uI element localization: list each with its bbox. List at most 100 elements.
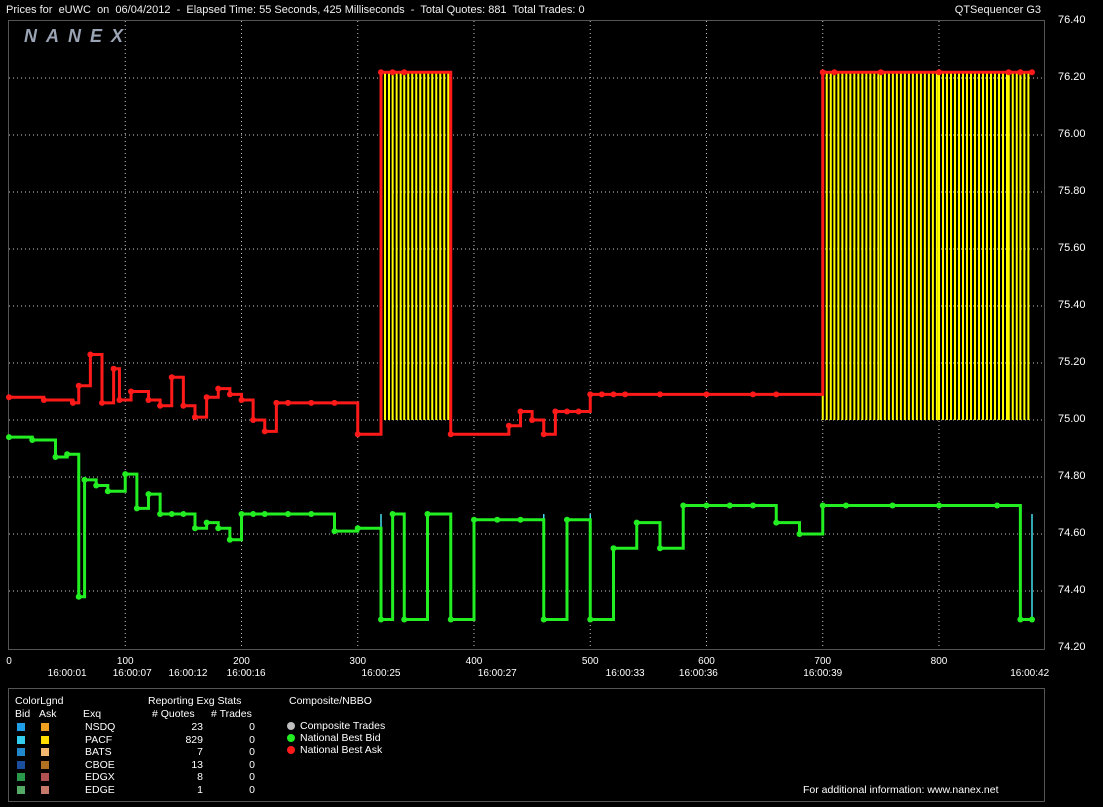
y-tick-label: 75.40 bbox=[1058, 299, 1086, 311]
bid-point bbox=[1017, 616, 1024, 623]
ask-point bbox=[6, 394, 12, 401]
y-tick-label: 75.20 bbox=[1058, 356, 1086, 368]
time-label: 16:00:42 bbox=[1010, 668, 1050, 679]
bid-point bbox=[564, 516, 570, 523]
ask-point bbox=[331, 399, 338, 406]
bid-point bbox=[226, 536, 233, 543]
bid-point bbox=[145, 491, 152, 498]
ask-point bbox=[128, 388, 135, 395]
exchange-ask-swatch bbox=[41, 785, 49, 794]
ask-point bbox=[87, 351, 94, 358]
time-label: 16:00:27 bbox=[477, 668, 517, 679]
trades-header: # Trades bbox=[211, 708, 252, 720]
ask-point bbox=[145, 397, 152, 404]
quotes-header: # Quotes bbox=[152, 708, 195, 720]
ask-point bbox=[1017, 69, 1024, 76]
exchange-bid-swatch bbox=[17, 723, 25, 731]
exchange-name: BATS bbox=[85, 746, 112, 758]
y-tick-label: 75.00 bbox=[1058, 413, 1086, 425]
exchange-trades: 0 bbox=[249, 771, 255, 783]
bid-point bbox=[93, 482, 100, 489]
bid-point bbox=[261, 511, 268, 518]
bid-point bbox=[331, 528, 338, 535]
y-tick-label: 76.40 bbox=[1058, 14, 1086, 26]
ask-point bbox=[529, 417, 536, 423]
bid-point bbox=[29, 436, 36, 443]
time-label: 16:00:07 bbox=[112, 668, 152, 679]
composite-label: National Best Bid bbox=[300, 732, 381, 744]
y-tick-label: 74.20 bbox=[1058, 641, 1086, 653]
exchange-bid-swatch bbox=[17, 773, 25, 781]
x-tick-label: 0 bbox=[6, 656, 12, 667]
y-tick-label: 75.80 bbox=[1058, 185, 1086, 197]
bid-point bbox=[447, 616, 454, 623]
exchange-quotes: 8 bbox=[197, 771, 203, 783]
ask-point bbox=[831, 69, 838, 76]
composite-label: Composite Trades bbox=[300, 720, 386, 732]
bid-point bbox=[424, 511, 431, 518]
y-tick-label: 75.60 bbox=[1058, 242, 1086, 254]
x-tick-label: 200 bbox=[233, 656, 250, 667]
ask-point bbox=[540, 431, 547, 438]
ask-point bbox=[110, 365, 117, 372]
exchange-trades: 0 bbox=[249, 721, 255, 733]
y-tick-label: 74.40 bbox=[1058, 584, 1086, 596]
exchange-name: EDGE bbox=[85, 783, 115, 796]
exchange-trades: 0 bbox=[249, 783, 255, 796]
ask-point bbox=[517, 408, 524, 415]
bid-point bbox=[64, 451, 71, 458]
exchange-bid-swatch bbox=[17, 785, 25, 794]
bid-point bbox=[52, 454, 59, 461]
time-label: 16:00:25 bbox=[361, 668, 401, 679]
bid-header: Bid bbox=[15, 708, 31, 720]
exchange-trades: 0 bbox=[249, 746, 255, 758]
exchange-bid-swatch bbox=[17, 735, 25, 744]
exchange-quotes: 829 bbox=[185, 733, 203, 746]
ask-point bbox=[203, 394, 210, 401]
bid-point bbox=[250, 511, 257, 518]
composite-dot bbox=[287, 746, 295, 754]
bid-point bbox=[796, 531, 803, 537]
x-tick-label: 600 bbox=[698, 656, 715, 667]
bid-point bbox=[994, 502, 1001, 509]
bid-point bbox=[750, 502, 756, 509]
composite-title: Composite/NBBO bbox=[289, 695, 372, 707]
ask-point bbox=[657, 391, 663, 398]
bid-point bbox=[726, 502, 733, 509]
exchange-name: EDGX bbox=[85, 771, 115, 783]
bid-point bbox=[1029, 616, 1035, 623]
bid-point bbox=[75, 593, 82, 600]
x-tick-label: 100 bbox=[116, 656, 134, 667]
ask-point bbox=[75, 382, 82, 389]
bid-point bbox=[215, 525, 222, 532]
bid-series-line bbox=[9, 435, 1032, 621]
ask-point bbox=[610, 391, 617, 398]
exchange-ask-swatch bbox=[41, 773, 49, 781]
bid-point bbox=[285, 511, 291, 518]
bid-point bbox=[936, 502, 942, 509]
bid-point bbox=[308, 511, 315, 518]
price-chart bbox=[6, 21, 1043, 648]
footer-link[interactable]: For additional information: www.nanex.ne… bbox=[803, 784, 999, 796]
bid-point bbox=[680, 502, 687, 509]
ask-point bbox=[116, 397, 123, 404]
exchange-bid-swatch bbox=[17, 748, 25, 756]
time-label: 16:00:33 bbox=[605, 668, 645, 679]
bid-point bbox=[494, 516, 501, 523]
bid-point bbox=[192, 525, 198, 532]
ask-point bbox=[250, 417, 257, 423]
ask-point bbox=[40, 397, 47, 404]
ask-point bbox=[505, 422, 512, 429]
x-tick-label: 400 bbox=[465, 656, 483, 667]
ask-point bbox=[215, 385, 222, 392]
bid-point bbox=[517, 516, 524, 523]
ask-point bbox=[587, 391, 594, 398]
exchange-bid-swatch bbox=[17, 760, 25, 769]
exchange-ask-swatch bbox=[41, 748, 49, 756]
bid-point bbox=[354, 525, 361, 532]
y-tick-label: 74.60 bbox=[1058, 527, 1086, 539]
exchange-name: NSDQ bbox=[85, 721, 116, 733]
ask-point bbox=[552, 408, 559, 415]
ask-point bbox=[168, 374, 175, 381]
composite-label: National Best Ask bbox=[300, 744, 383, 756]
